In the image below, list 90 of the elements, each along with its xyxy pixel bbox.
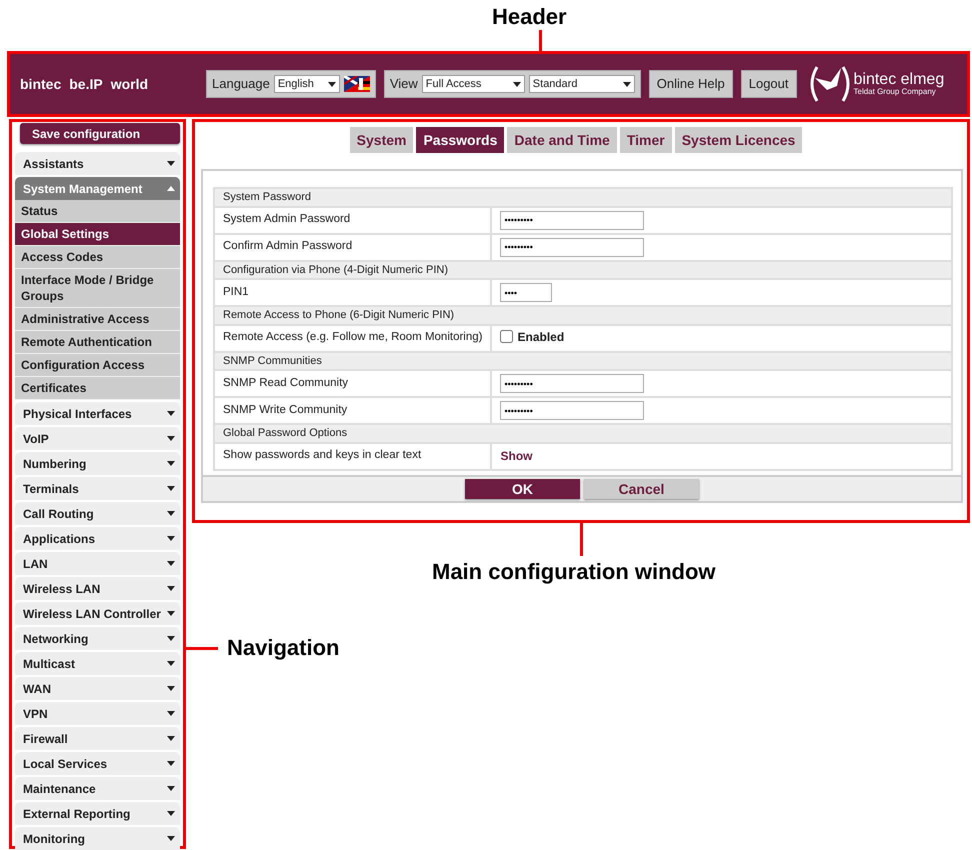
sidebar-item[interactable]: Networking — [15, 627, 180, 650]
sidebar-item[interactable]: Local Services — [15, 752, 180, 775]
sidebar-item[interactable]: VoIP — [15, 427, 180, 450]
caret-icon — [167, 836, 175, 841]
caret-icon — [167, 661, 175, 666]
password-field[interactable]: ••••••••• — [500, 374, 644, 394]
sidebar-item[interactable]: Call Routing — [15, 502, 180, 525]
tab[interactable]: Date and Time — [507, 127, 617, 153]
save-button[interactable]: Save configuration — [20, 123, 180, 144]
caret-icon — [167, 536, 175, 541]
caret-icon — [167, 486, 175, 491]
sidebar-item[interactable]: Assistants — [15, 152, 180, 175]
flag-icon[interactable] — [344, 76, 370, 92]
brand-text: world — [110, 74, 148, 94]
password-field[interactable]: ••••••••• — [500, 210, 644, 230]
callout-label: Main configuration window — [432, 561, 716, 583]
sidebar-item[interactable]: LAN — [15, 552, 180, 575]
sidebar-item[interactable]: Wireless LAN — [15, 577, 180, 600]
logout-button[interactable]: Logout — [740, 70, 796, 98]
sidebar-subitem[interactable]: Administrative Access — [15, 308, 180, 331]
sidebar-item[interactable]: Applications — [15, 527, 180, 550]
caret-icon — [167, 686, 175, 691]
sidebar-item[interactable]: VPN — [15, 702, 180, 725]
sidebar-item[interactable]: External Reporting — [15, 802, 180, 825]
logo-name: bintec elmeg — [854, 72, 944, 88]
checkbox[interactable] — [500, 330, 514, 344]
field-label: SNMP Read Community — [214, 370, 492, 397]
caret-icon — [167, 761, 175, 766]
mode-select[interactable]: Standard — [528, 75, 635, 93]
caret-icon — [167, 436, 175, 441]
language-label: Language — [212, 75, 270, 94]
sidebar-item[interactable]: System Management — [15, 177, 180, 200]
tab[interactable]: Passwords — [416, 127, 504, 153]
caret-icon — [167, 461, 175, 466]
tab[interactable]: Timer — [620, 127, 672, 153]
sidebar-item[interactable]: Numbering — [15, 452, 180, 475]
sidebar-item[interactable]: Physical Interfaces — [15, 402, 180, 425]
cancel-button[interactable]: Cancel — [584, 478, 699, 498]
brand-text: be.IP — [69, 74, 103, 94]
caret-icon — [167, 586, 175, 591]
caret-icon — [512, 82, 521, 86]
caret-icon — [167, 186, 175, 191]
view-label: View — [390, 75, 418, 94]
sidebar-item[interactable]: WAN — [15, 677, 180, 700]
caret-icon — [167, 636, 175, 641]
sidebar-subitem[interactable]: Global Settings — [15, 223, 180, 246]
checkbox-label: Enabled — [517, 328, 564, 346]
section-header: Remote Access to Phone (6-Digit Numeric PIN) — [214, 306, 952, 324]
sidebar-subitem[interactable]: Remote Authentication — [15, 331, 180, 354]
sidebar-item[interactable]: Maintenance — [15, 777, 180, 800]
caret-icon — [622, 82, 631, 86]
caret-icon — [167, 511, 175, 516]
sidebar-item[interactable]: Firewall — [15, 727, 180, 750]
show-link[interactable]: Show — [500, 449, 532, 463]
password-field[interactable]: ••••••••• — [500, 238, 644, 257]
field-label: Show passwords and keys in clear text — [214, 442, 492, 470]
section-header: System Password — [214, 188, 952, 206]
sidebar-subitem[interactable]: Certificates — [15, 377, 180, 400]
sidebar-item[interactable]: Multicast — [15, 652, 180, 675]
caret-icon — [328, 82, 336, 86]
sidebar-item[interactable]: Monitoring — [15, 827, 180, 850]
language-select[interactable]: English — [274, 75, 340, 93]
password-field[interactable]: ••••••••• — [500, 401, 644, 420]
help-button[interactable]: Online Help — [648, 70, 733, 98]
caret-icon — [167, 611, 175, 616]
caret-icon — [167, 786, 175, 791]
caret-icon — [167, 411, 175, 416]
pin-field[interactable]: •••• — [500, 283, 552, 302]
caret-icon — [167, 711, 175, 716]
caret-icon — [167, 736, 175, 741]
caret-icon — [167, 811, 175, 816]
caret-icon — [167, 561, 175, 566]
section-header: Global Password Options — [214, 424, 952, 442]
ok-button[interactable]: OK — [465, 478, 580, 498]
brand-text: bintec — [20, 74, 62, 94]
sidebar-item[interactable]: Wireless LAN Controller — [15, 602, 180, 625]
tab[interactable]: System Licences — [674, 127, 802, 153]
callout-label: Header — [492, 6, 567, 28]
view-select[interactable]: Full Access — [422, 75, 525, 93]
tab[interactable]: System — [350, 127, 414, 153]
sidebar-subitem[interactable]: Interface Mode / Bridge Groups — [15, 269, 180, 308]
callout-label: Navigation — [227, 637, 340, 659]
caret-icon — [167, 161, 175, 166]
sidebar-subitem[interactable]: Status — [15, 200, 180, 223]
bird-logo-icon — [808, 64, 850, 104]
logo-tagline: Teldat Group Company — [854, 88, 936, 96]
field-label: System Admin Password — [214, 206, 492, 234]
sidebar-subitem[interactable]: Configuration Access — [15, 354, 180, 377]
sidebar-subitem[interactable]: Access Codes — [15, 246, 180, 269]
sidebar-item[interactable]: Terminals — [15, 477, 180, 500]
